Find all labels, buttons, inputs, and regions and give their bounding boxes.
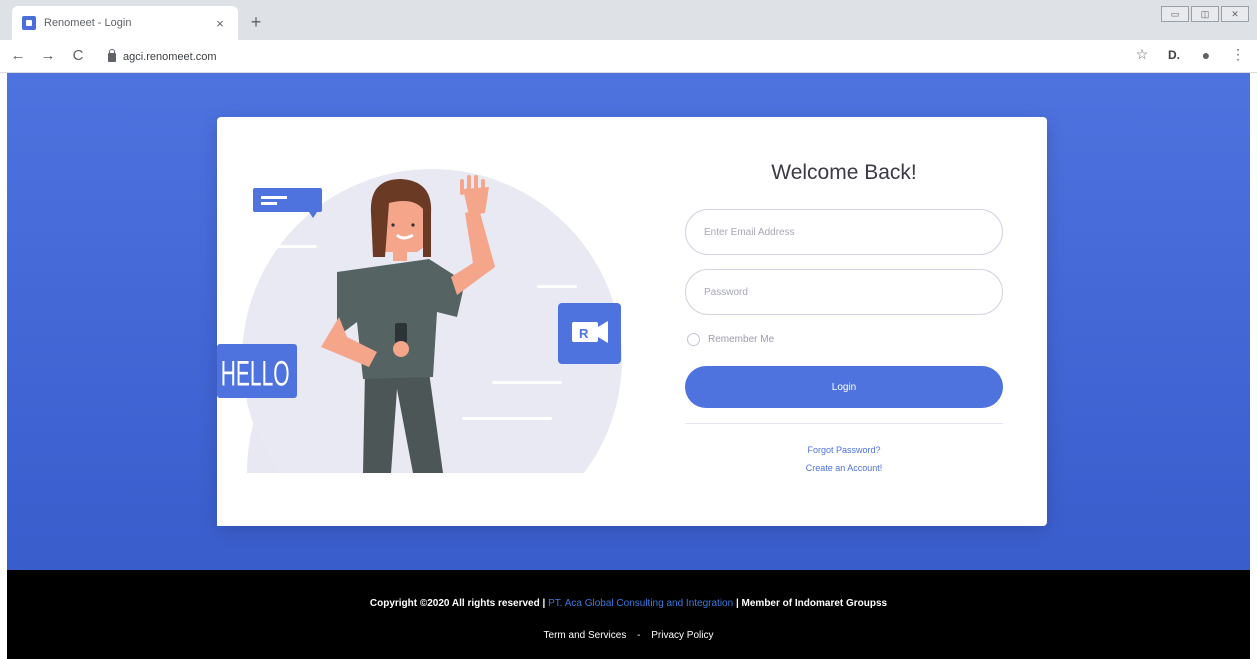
address-bar[interactable]: agci.renomeet.com [108, 46, 1098, 68]
svg-text:R: R [579, 326, 589, 341]
copyright-text: Copyright ©2020 All rights reserved | PT… [7, 598, 1250, 609]
profile-icon[interactable]: ● [1197, 47, 1215, 63]
remember-me-label: Remember Me [708, 334, 775, 345]
privacy-link[interactable]: Privacy Policy [651, 630, 713, 641]
extension-icon[interactable]: D. [1165, 48, 1183, 62]
password-field[interactable] [685, 269, 1003, 315]
svg-text:HELLO: HELLO [221, 355, 290, 394]
lock-icon [108, 48, 116, 62]
login-form: Welcome Back! Remember Me Login Forgot P… [685, 117, 1003, 526]
copyright-prefix: Copyright ©2020 All rights reserved | [369, 598, 549, 609]
new-tab-button[interactable]: + [246, 12, 266, 32]
minimize-button[interactable]: ▭ [1161, 6, 1189, 22]
create-account-link[interactable]: Create an Account! [685, 463, 1003, 473]
video-camera-icon: R [558, 303, 621, 364]
forward-button[interactable]: → [36, 44, 60, 68]
bookmark-star-icon[interactable]: ☆ [1133, 46, 1151, 63]
url-text: agci.renomeet.com [123, 51, 217, 63]
chat-bubble-icon [253, 188, 322, 218]
login-card: HELLO R Welcome Back! Enter Email Addres… [217, 117, 1047, 526]
maximize-button[interactable]: ◫ [1191, 6, 1219, 22]
browser-toolbar: ← → C agci.renomeet.com ☆ D. ● ⋮ [0, 40, 1257, 73]
forgot-password-link[interactable]: Forgot Password? [685, 445, 1003, 455]
hello-sign: HELLO [217, 344, 297, 398]
tab-title: Renomeet - Login [44, 17, 132, 29]
footer-separator: - [637, 630, 641, 641]
divider [685, 423, 1003, 424]
footer-links: Term and Services - Privacy Policy [7, 630, 1250, 641]
footer: Copyright ©2020 All rights reserved | PT… [7, 570, 1250, 659]
browser-window: Renomeet - Login × + ▭ ◫ ✕ ← → C agci.re… [0, 0, 1257, 659]
waving-person-illustration: HELLO R [217, 117, 637, 526]
back-button[interactable]: ← [6, 44, 30, 68]
favicon-icon [22, 16, 36, 30]
window-controls: ▭ ◫ ✕ [1161, 6, 1249, 22]
copyright-suffix: | Member of Indomaret Groupss [733, 598, 888, 609]
page-content: HELLO R Welcome Back! Enter Email Addres… [0, 73, 1257, 659]
menu-icon[interactable]: ⋮ [1229, 46, 1247, 63]
welcome-heading: Welcome Back! [771, 161, 917, 184]
remember-me[interactable]: Remember Me [687, 333, 774, 346]
tab-strip: Renomeet - Login × + ▭ ◫ ✕ [0, 0, 1257, 40]
reload-button[interactable]: C [66, 44, 90, 68]
close-tab-icon[interactable]: × [212, 16, 228, 31]
tab-renomeet-login[interactable]: Renomeet - Login × [12, 6, 238, 40]
company-link[interactable]: PT. Aca Global Consulting and Integratio… [548, 598, 733, 609]
remember-me-checkbox[interactable] [687, 333, 700, 346]
close-window-button[interactable]: ✕ [1221, 6, 1249, 22]
login-button[interactable]: Login [685, 366, 1003, 408]
email-field[interactable] [685, 209, 1003, 255]
terms-link[interactable]: Term and Services [544, 630, 627, 641]
toolbar-actions: ☆ D. ● ⋮ [1133, 46, 1247, 63]
